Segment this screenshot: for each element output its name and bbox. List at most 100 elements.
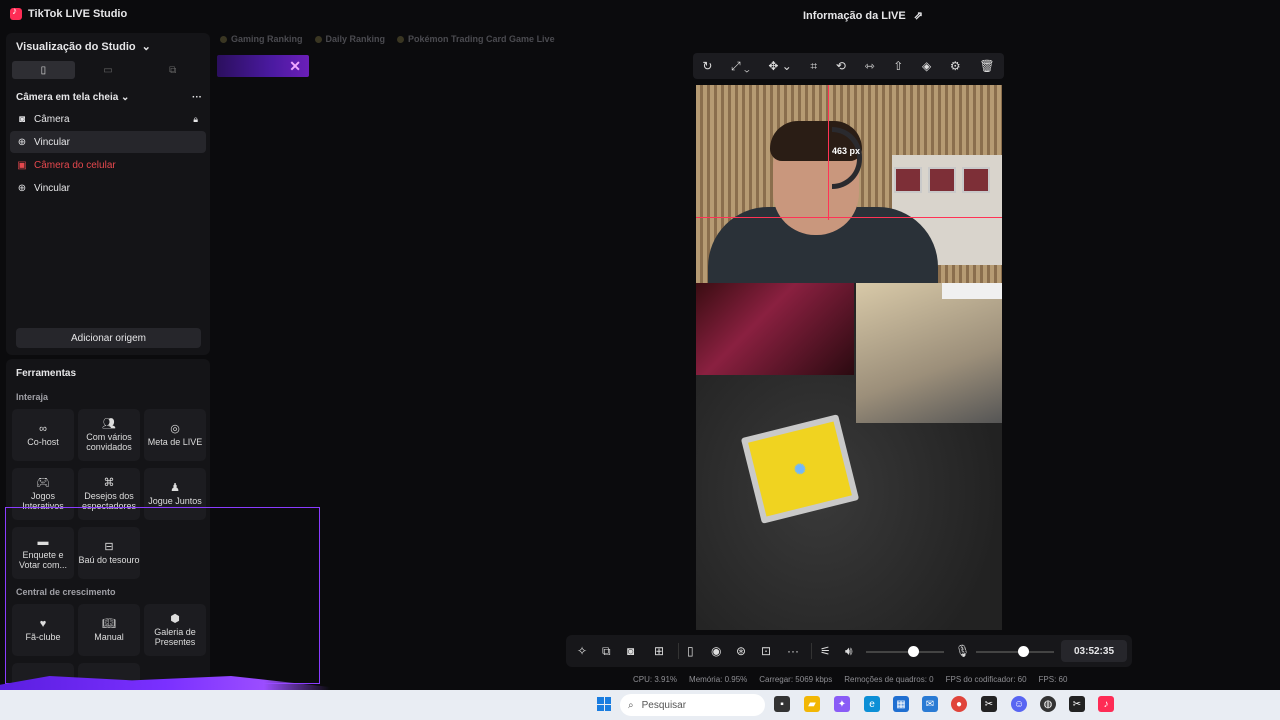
tool-manual[interactable]: 📖︎ Manual <box>78 604 140 656</box>
source-phone-camera[interactable]: ▣ Câmera do celular <box>10 154 206 176</box>
interact-section-label: Interaja <box>16 392 49 402</box>
more-icon[interactable]: ··· <box>787 644 799 658</box>
speaker-icon[interactable]: 🔊︎ <box>845 644 853 659</box>
fit-icon[interactable]: ⤢ ⌄ <box>731 59 750 74</box>
vertical-guide <box>828 85 829 220</box>
search-icon: ⌕ <box>628 699 634 711</box>
tool-gift-gallery[interactable]: ⬢ Galeria de Presentes <box>144 604 206 656</box>
source-link-2[interactable]: ⊕ Vincular <box>10 177 206 199</box>
globe-icon: ⊕ <box>17 136 27 148</box>
clip-icon[interactable]: ⊡ <box>761 644 771 658</box>
card-art: ✺ <box>748 421 852 517</box>
book-icon: 📖︎ <box>102 617 116 630</box>
copilot-icon[interactable]: ✦ <box>834 696 850 712</box>
tiktok-live-studio-icon[interactable]: ♪ <box>1098 696 1114 712</box>
source-camera[interactable]: ◙ Câmera 🔒︎ <box>10 108 206 130</box>
tool-multi-guest[interactable]: 👥︎ Com vários convidados <box>78 409 140 461</box>
tool-fan-club[interactable]: ♥ Fã-clube <box>12 604 74 656</box>
dual-screen-icon: ⧉ <box>169 64 177 76</box>
center-icon[interactable]: ✥ ⌄ <box>768 59 791 73</box>
tool-treasure-chest[interactable]: ⊟ Baú do tesouro <box>78 527 140 579</box>
volume-slider[interactable] <box>866 651 944 653</box>
live-timer: 03:52:35 <box>1061 640 1127 662</box>
phone-icon[interactable]: ▯ <box>687 644 694 658</box>
obs-icon[interactable]: ◍ <box>1040 696 1056 712</box>
move-up-icon[interactable]: ⇧ <box>893 59 903 73</box>
volume-slider-knob[interactable] <box>907 646 919 657</box>
studio-view-dropdown[interactable]: Visualização do Studio ⌄ <box>16 40 151 54</box>
joystick-icon: ♟ <box>170 481 180 494</box>
tab-landscape[interactable]: ▭ <box>77 61 140 79</box>
store-icon[interactable]: ▦ <box>893 696 909 712</box>
tool-label: Meta de LIVE <box>147 436 203 447</box>
studio-view-label: Visualização do Studio <box>16 40 136 53</box>
stream-stats: CPU: 3.91% Memória: 0.95% Carregar: 5069… <box>633 675 1067 684</box>
tab-portrait[interactable]: ▯ <box>12 61 75 79</box>
divider <box>811 643 812 659</box>
live-info-button[interactable]: Informação da LIVE ⇗ <box>803 9 923 23</box>
magic-wand-icon[interactable]: ✧ <box>577 644 587 658</box>
divider <box>678 643 679 659</box>
lock-icon[interactable]: 🔒︎ <box>193 114 198 125</box>
taskbar-search[interactable]: ⌕ Pesquisar <box>620 694 765 716</box>
scene-dropdown[interactable]: Câmera em tela cheia ⌄ <box>16 92 129 103</box>
preview-toolbar: ↻ ⤢ ⌄ ✥ ⌄ ⌗ ⟲ ⇿ ⇧ ◈ ⚙ 🗑︎ <box>693 53 1004 79</box>
microphone-icon[interactable]: 🎙︎ <box>955 644 970 658</box>
mixer-icon[interactable]: ⚟ <box>820 644 831 658</box>
tab-dual[interactable]: ⧉ <box>141 61 204 79</box>
mic-slider-knob[interactable] <box>1017 646 1029 657</box>
event-banner[interactable]: ✕ <box>217 55 309 77</box>
mic-slider[interactable] <box>976 651 1054 653</box>
source-list: ◙ Câmera 🔒︎ ⊕ Vincular ▣ Câmera do celul… <box>10 108 206 200</box>
capcut-icon[interactable]: ✂ <box>981 696 997 712</box>
add-scene-icon[interactable]: ⊞ <box>654 644 664 658</box>
screenshot-icon[interactable]: ◙ <box>627 644 634 658</box>
effects-icon[interactable]: ⧉ <box>602 644 611 659</box>
record-icon[interactable]: ◉ <box>711 644 721 658</box>
portrait-icon: ▯ <box>40 64 47 76</box>
app-icon[interactable]: ✉ <box>922 696 938 712</box>
refresh-icon[interactable]: ↻ <box>702 59 712 73</box>
gamepad-icon: 🎮︎ <box>36 476 50 489</box>
crop-icon[interactable]: ⌗ <box>810 59 817 74</box>
tab-game-category[interactable]: Pokémon Trading Card Game Live <box>397 34 555 44</box>
bag-label <box>942 283 1002 299</box>
tab-gaming-ranking[interactable]: Gaming Ranking <box>220 34 303 44</box>
source-link-1[interactable]: ⊕ Vincular <box>10 131 206 153</box>
layers-icon[interactable]: ◈ <box>922 59 931 73</box>
replay-icon[interactable]: ⊛ <box>736 644 746 658</box>
tool-live-goal[interactable]: ◎ Meta de LIVE <box>144 409 206 461</box>
scene-label: Câmera em tela cheia <box>16 92 119 103</box>
upload-stat: Carregar: 5069 kbps <box>759 675 833 684</box>
phone-camera-feed: ✺ <box>696 283 1002 630</box>
stream-preview[interactable]: 463 px ✺ <box>696 85 1002 630</box>
orientation-tabs: ▯ ▭ ⧉ <box>12 61 204 79</box>
add-source-button[interactable]: Adicionar origem <box>16 328 201 348</box>
windows-start-icon[interactable] <box>597 697 611 711</box>
phone-camera-icon: ▣ <box>17 159 27 171</box>
task-view-icon[interactable]: ▪ <box>774 696 790 712</box>
discord-icon[interactable]: ☺ <box>1011 696 1027 712</box>
link-icon: ∞ <box>39 422 47 435</box>
tool-co-host[interactable]: ∞ Co-host <box>12 409 74 461</box>
more-options-icon[interactable]: ··· <box>192 92 202 103</box>
tool-poll[interactable]: ▬ Enquete e Votar com... <box>12 527 74 579</box>
rotate-icon[interactable]: ⟲ <box>836 59 846 73</box>
tool-label: Enquete e Votar com... <box>18 549 68 570</box>
edge-icon[interactable]: e <box>864 696 880 712</box>
chrome-icon[interactable]: ● <box>951 696 967 712</box>
poll-icon: ▬ <box>37 535 49 548</box>
tool-label: Manual <box>94 631 124 642</box>
editor-icon[interactable]: ✂ <box>1069 696 1085 712</box>
flip-icon[interactable]: ⇿ <box>865 59 875 73</box>
file-explorer-icon[interactable]: ▰ <box>804 696 820 712</box>
tool-play-together[interactable]: ♟ Jogue Juntos <box>144 468 206 520</box>
chevron-down-icon: ⌄ <box>141 41 151 53</box>
trash-icon[interactable]: 🗑︎ <box>979 59 994 73</box>
tool-viewer-wishes[interactable]: ⌘ Desejos dos espectadores <box>78 468 140 520</box>
shelf-item <box>928 167 956 193</box>
tool-interactive-games[interactable]: 🎮︎ Jogos Interativos <box>12 468 74 520</box>
settings-icon[interactable]: ⚙ <box>950 59 961 73</box>
gift-icon: ⌘ <box>103 476 115 489</box>
tab-daily-ranking[interactable]: Daily Ranking <box>314 34 385 44</box>
